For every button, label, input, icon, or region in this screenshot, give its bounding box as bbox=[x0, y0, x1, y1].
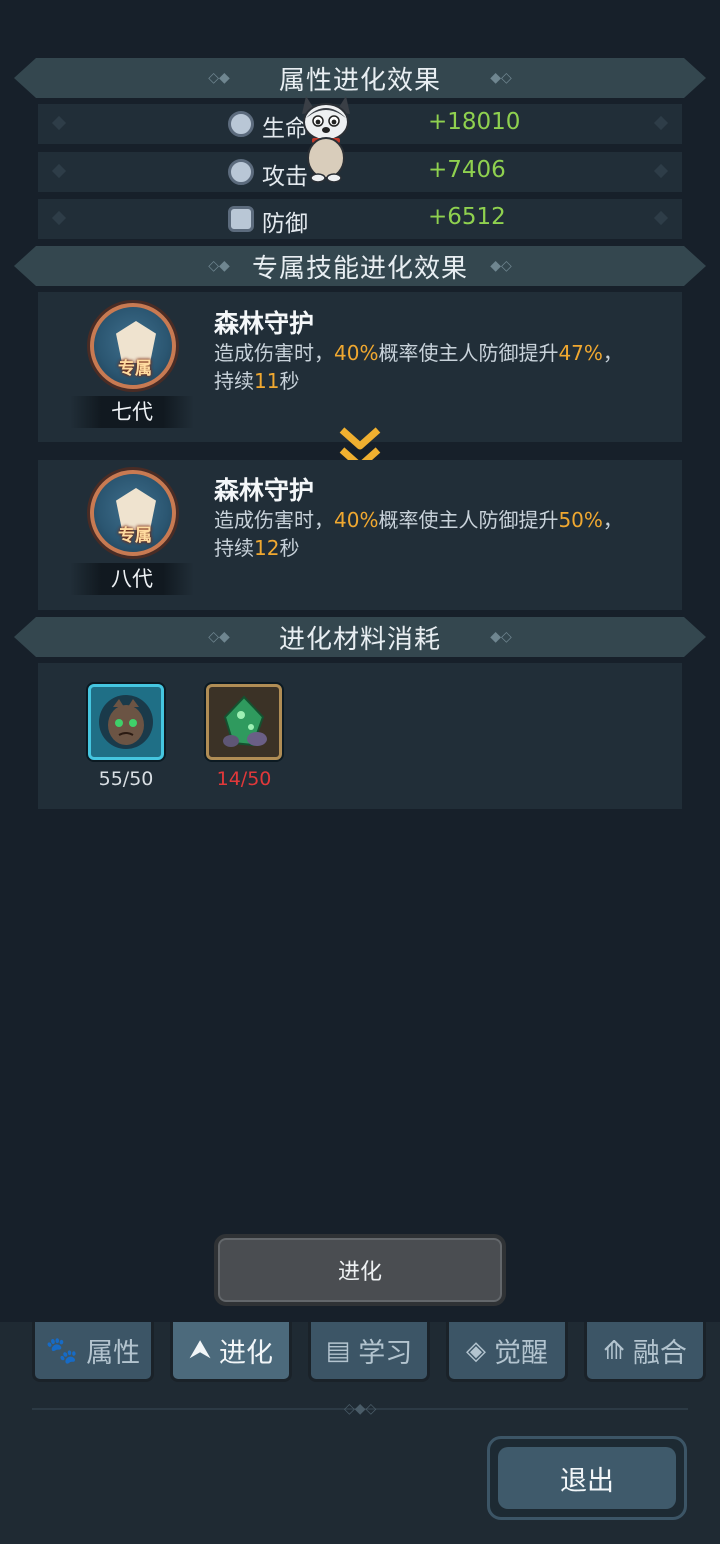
tab-label: 属性 bbox=[86, 1338, 141, 1369]
tab-label: 融合 bbox=[632, 1338, 687, 1369]
heart-icon bbox=[228, 111, 254, 137]
skill-name: 森林守护 bbox=[214, 476, 315, 505]
stat-name: 防御 bbox=[262, 211, 308, 237]
skill-emblem-icon: 专属 bbox=[90, 470, 176, 556]
skill-name: 森林守护 bbox=[214, 309, 315, 338]
green-crystal-icon bbox=[223, 695, 267, 747]
merge-icon: ⟰ bbox=[603, 1335, 625, 1366]
attributes-section-header: ◇◆ 属性进化效果 ◆◇ bbox=[14, 58, 706, 98]
husky-mascot-icon bbox=[302, 96, 350, 183]
stat-row-hp: 生命 +18010 bbox=[38, 104, 682, 144]
tab-label: 学习 bbox=[358, 1338, 413, 1369]
tab-label: 觉醒 bbox=[494, 1338, 548, 1369]
evolve-button[interactable]: 进化 bbox=[214, 1234, 506, 1306]
attributes-section-title: 属性进化效果 bbox=[278, 65, 441, 96]
banner-ornament-left-icon: ◇◆ bbox=[208, 70, 230, 86]
materials-section-title: 进化材料消耗 bbox=[278, 624, 441, 655]
banner-ornament-left-icon: ◇◆ bbox=[208, 629, 230, 645]
stat-value: +6512 bbox=[428, 204, 506, 230]
creature-portrait-icon bbox=[99, 695, 153, 749]
generation-label: 八代 bbox=[70, 563, 194, 595]
exclusive-tag: 专属 bbox=[118, 526, 152, 546]
stat-value: +7406 bbox=[428, 157, 506, 183]
material-count: 14/50 bbox=[216, 768, 272, 790]
banner-ornament-right-icon: ◆◇ bbox=[490, 629, 512, 645]
exclusive-tag: 专属 bbox=[118, 359, 152, 379]
tab-learn[interactable]: ▤ 学习 bbox=[308, 1322, 430, 1382]
skill-description: 造成伤害时，40%概率使主人防御提升50%， 持续12秒 bbox=[214, 508, 623, 560]
skill-section-header: ◇◆ 专属技能进化效果 ◆◇ bbox=[14, 246, 706, 286]
banner-ornament-left-icon: ◇◆ bbox=[208, 258, 230, 274]
skill-description: 造成伤害时，40%概率使主人防御提升47%， 持续11秒 bbox=[214, 341, 623, 393]
material-item[interactable] bbox=[206, 684, 282, 760]
material-item[interactable] bbox=[88, 684, 164, 760]
exit-button-label: 退出 bbox=[560, 1465, 614, 1497]
stat-row-defense: 防御 +6512 bbox=[38, 199, 682, 239]
heart-icon bbox=[228, 159, 254, 185]
tab-awaken[interactable]: ◈ 觉醒 bbox=[446, 1322, 568, 1382]
tab-attributes[interactable]: 🐾 属性 bbox=[32, 1322, 154, 1382]
stat-row-attack: 攻击 +7406 bbox=[38, 152, 682, 192]
paw-icon: 🐾 bbox=[45, 1335, 79, 1366]
exit-button[interactable]: 退出 bbox=[487, 1436, 687, 1520]
wolf-head-icon: ◈ bbox=[466, 1335, 486, 1366]
shield-icon bbox=[228, 206, 254, 232]
generation-label: 七代 bbox=[70, 396, 194, 428]
stat-value: +18010 bbox=[428, 109, 521, 135]
book-icon: ▤ bbox=[325, 1335, 351, 1366]
banner-ornament-right-icon: ◆◇ bbox=[490, 70, 512, 86]
skill-emblem-icon: 专属 bbox=[90, 303, 176, 389]
banner-ornament-right-icon: ◆◇ bbox=[490, 258, 512, 274]
tab-label: 进化 bbox=[219, 1338, 274, 1369]
material-count: 55/50 bbox=[98, 768, 154, 790]
arrow-up-icon: ⮝ bbox=[188, 1335, 212, 1365]
tab-evolve[interactable]: ⮝ 进化 bbox=[170, 1322, 292, 1382]
divider-ornament-icon: ◇◆◇ bbox=[344, 1401, 377, 1417]
tab-merge[interactable]: ⟰ 融合 bbox=[584, 1322, 706, 1382]
materials-section-header: ◇◆ 进化材料消耗 ◆◇ bbox=[14, 617, 706, 657]
skill-section-title: 专属技能进化效果 bbox=[251, 253, 468, 284]
evolve-button-label: 进化 bbox=[337, 1260, 382, 1285]
